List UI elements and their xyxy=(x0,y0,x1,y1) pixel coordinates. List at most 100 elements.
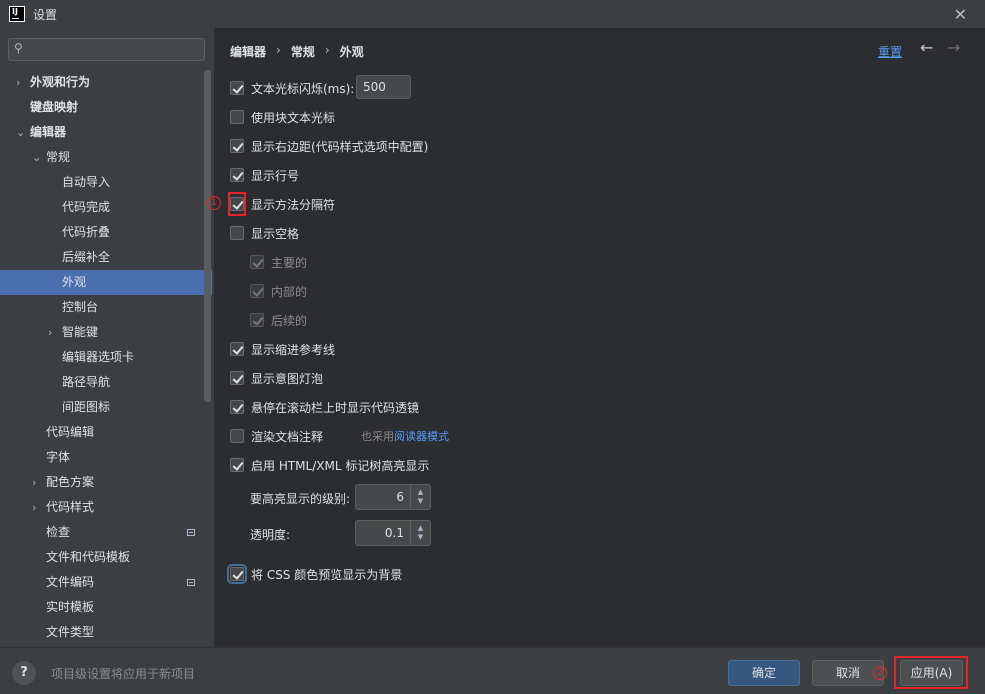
option-label: 渲染文档注释 xyxy=(251,429,324,444)
render-docs-checkbox[interactable] xyxy=(230,429,244,443)
levels-value[interactable]: 6 xyxy=(356,485,410,509)
search-box[interactable]: ⚲ xyxy=(8,38,205,61)
tag-tree-checkbox[interactable] xyxy=(230,458,244,472)
tree-item-font[interactable]: 字体 xyxy=(0,445,212,470)
back-arrow-icon[interactable]: ← xyxy=(920,38,933,57)
breadcrumb-item: 外观 xyxy=(339,45,364,59)
reset-link[interactable]: 重置 xyxy=(878,43,902,60)
spinner-arrows-icon[interactable]: ▲ ▼ xyxy=(410,485,430,509)
option-trailing: 后续的 xyxy=(250,310,307,330)
option-label: 启用 HTML/XML 标记树高亮显示 xyxy=(251,458,430,473)
window-title: 设置 xyxy=(33,7,58,22)
tree-item-live-templates[interactable]: 实时模板 xyxy=(0,595,212,620)
search-icon: ⚲ xyxy=(14,41,23,55)
chevron-right-icon[interactable]: › xyxy=(32,470,36,495)
leading-checkbox[interactable] xyxy=(250,255,264,269)
option-label: 将 CSS 颜色预览显示为背景 xyxy=(251,567,403,582)
tree-item-code-folding[interactable]: 代码折叠 xyxy=(0,220,212,245)
annotation-marker: 2 xyxy=(873,666,887,680)
indent-guides-checkbox[interactable] xyxy=(230,342,244,356)
app-logo-icon: IJ xyxy=(9,6,25,22)
levels-spinner[interactable]: 6 ▲ ▼ xyxy=(355,484,431,510)
annotation-highlight-box xyxy=(894,656,968,689)
tree-item-label: 智能键 xyxy=(62,325,99,339)
option-label: 悬停在滚动栏上时显示代码透镜 xyxy=(251,400,420,415)
tree-item-label: 外观和行为 xyxy=(30,75,91,89)
tree-item-appearance[interactable]: 外观 xyxy=(0,270,212,295)
breadcrumb-item[interactable]: 常规 xyxy=(291,43,315,60)
tree-item-label: 键盘映射 xyxy=(30,100,79,114)
caret-blink-checkbox[interactable] xyxy=(230,81,244,95)
tree-item-postfix-completion[interactable]: 后缀补全 xyxy=(0,245,212,270)
right-margin-checkbox[interactable] xyxy=(230,139,244,153)
inner-checkbox[interactable] xyxy=(250,284,264,298)
tree-item-breadcrumbs[interactable]: 路径导航 xyxy=(0,370,212,395)
option-whitespaces: 显示空格 xyxy=(230,223,299,243)
scrollbar-lens-checkbox[interactable] xyxy=(230,400,244,414)
chevron-right-icon[interactable]: › xyxy=(16,70,20,95)
tree-item-label: 常规 xyxy=(46,150,71,164)
tree-item-editor-tabs[interactable]: 编辑器选项卡 xyxy=(0,345,212,370)
footer-note: 项目级设置将应用于新项目 xyxy=(51,667,196,681)
option-label: 显示行号 xyxy=(251,168,300,183)
tree-item-label: 间距图标 xyxy=(62,400,111,414)
forward-arrow-icon[interactable]: → xyxy=(947,38,960,57)
block-caret-checkbox[interactable] xyxy=(230,110,244,124)
option-label: 显示方法分隔符 xyxy=(251,197,336,212)
css-colors-checkbox[interactable] xyxy=(227,564,247,584)
option-right-margin: 显示右边距(代码样式选项中配置) xyxy=(230,136,428,156)
settings-content: 编辑器 › 常规 › 外观 重置 ← → 文本光标闪烁(ms): 500 使用块… xyxy=(207,28,985,647)
option-scrollbar-lens: 悬停在滚动栏上时显示代码透镜 xyxy=(230,397,419,417)
tree-item-code-editing[interactable]: 代码编辑 xyxy=(0,420,212,445)
tree-item-file-encodings[interactable]: 文件编码 xyxy=(0,570,212,595)
tree-item-gutter-icons[interactable]: 间距图标 xyxy=(0,395,212,420)
breadcrumb-separator: › xyxy=(276,43,281,57)
tree-item-label: 文件类型 xyxy=(46,625,95,639)
tree-item-file-types[interactable]: 文件类型 xyxy=(0,620,212,645)
opacity-value[interactable]: 0.1 xyxy=(356,521,410,545)
option-label: 使用块文本光标 xyxy=(251,110,336,125)
reader-mode-link[interactable]: 阅读器模式 xyxy=(394,430,449,443)
option-line-numbers: 显示行号 xyxy=(230,165,299,185)
chevron-down-icon[interactable]: ⌄ xyxy=(16,120,25,145)
tree-item-auto-import[interactable]: 自动导入 xyxy=(0,170,212,195)
option-label: 主要的 xyxy=(271,255,308,270)
line-numbers-checkbox[interactable] xyxy=(230,168,244,182)
option-label: 内部的 xyxy=(271,284,308,299)
tree-item-console[interactable]: 控制台 xyxy=(0,295,212,320)
spinner-arrows-icon[interactable]: ▲ ▼ xyxy=(410,521,430,545)
whitespaces-checkbox[interactable] xyxy=(230,226,244,240)
option-tag-tree: 启用 HTML/XML 标记树高亮显示 xyxy=(230,455,429,475)
option-intention-bulb: 显示意图灯泡 xyxy=(230,368,323,388)
tree-item-appearance-behavior[interactable]: › 外观和行为 xyxy=(0,70,212,95)
tree-item-file-templates[interactable]: 文件和代码模板 xyxy=(0,545,212,570)
chevron-right-icon[interactable]: › xyxy=(32,495,36,520)
ok-button[interactable]: 确定 xyxy=(728,660,800,686)
close-icon[interactable]: ✕ xyxy=(954,5,967,24)
opacity-spinner[interactable]: 0.1 ▲ ▼ xyxy=(355,520,431,546)
option-label: 显示意图灯泡 xyxy=(251,371,324,386)
search-input[interactable] xyxy=(31,41,201,58)
trailing-checkbox[interactable] xyxy=(250,313,264,327)
intention-bulb-checkbox[interactable] xyxy=(230,371,244,385)
tree-item-keymap[interactable]: 键盘映射 xyxy=(0,95,212,120)
tree-item-color-scheme[interactable]: › 配色方案 xyxy=(0,470,212,495)
tree-item-code-completion[interactable]: 代码完成 xyxy=(0,195,212,220)
sidebar-scrollbar[interactable] xyxy=(204,70,211,402)
option-caret-blink: 文本光标闪烁(ms): xyxy=(230,78,354,98)
breadcrumb-item[interactable]: 编辑器 xyxy=(230,43,266,60)
tree-item-label: 控制台 xyxy=(62,300,99,314)
tree-item-label: 路径导航 xyxy=(62,375,111,389)
chevron-right-icon[interactable]: › xyxy=(48,320,52,345)
dialog-footer: ? 项目级设置将应用于新项目 确定 取消 2 应用(A) xyxy=(0,647,985,694)
tree-item-label: 文件编码 xyxy=(46,575,95,589)
caret-blink-input[interactable]: 500 xyxy=(356,75,411,99)
tree-item-inspections[interactable]: 检查 xyxy=(0,520,212,545)
tree-item-editor[interactable]: ⌄ 编辑器 xyxy=(0,120,212,145)
tree-item-code-style[interactable]: › 代码样式 xyxy=(0,495,212,520)
tree-item-label: 代码样式 xyxy=(46,500,95,514)
chevron-down-icon[interactable]: ⌄ xyxy=(32,145,41,170)
tree-item-smart-keys[interactable]: › 智能键 xyxy=(0,320,212,345)
help-button[interactable]: ? xyxy=(12,661,36,685)
tree-item-general[interactable]: ⌄ 常规 xyxy=(0,145,212,170)
